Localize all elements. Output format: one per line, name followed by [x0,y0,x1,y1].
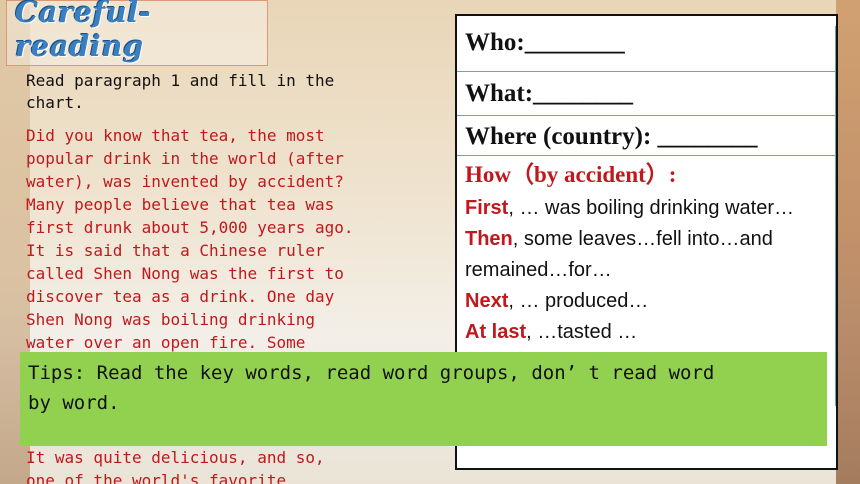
slide-title: Careful- reading [15,0,152,63]
step-at-last: At last, …tasted … [465,317,828,348]
chart-steps: First, … was boiling drinking water… The… [465,193,828,348]
step-first: First, … was boiling drinking water… [465,193,828,224]
step-text: , … produced… [508,290,649,312]
step-keyword: Then [465,228,513,250]
title-box: Careful- reading [6,0,268,66]
step-keyword: Next [465,290,509,312]
chart-how-heading: How（by accident）: [465,162,677,187]
tips-text: Tips: Read the key words, read word grou… [28,362,715,414]
chart-row-who: Who:________ [457,26,836,72]
step-text: , … was boiling drinking water… [508,197,795,219]
step-text: , …tasted … [526,321,638,343]
instruction-text: Read paragraph 1 and fill in the chart. [26,71,335,112]
step-next: Next, … produced… [465,286,828,317]
tips-banner: Tips: Read the key words, read word grou… [20,352,827,446]
step-keyword: At last [465,321,527,343]
chart-row-what: What:________ [457,72,836,116]
background-right-edge [836,0,860,484]
step-then: Then, some leaves…fell into…and remained… [465,224,828,286]
chart-row-where: Where (country): ________ [457,116,836,156]
step-keyword: First [465,197,509,219]
